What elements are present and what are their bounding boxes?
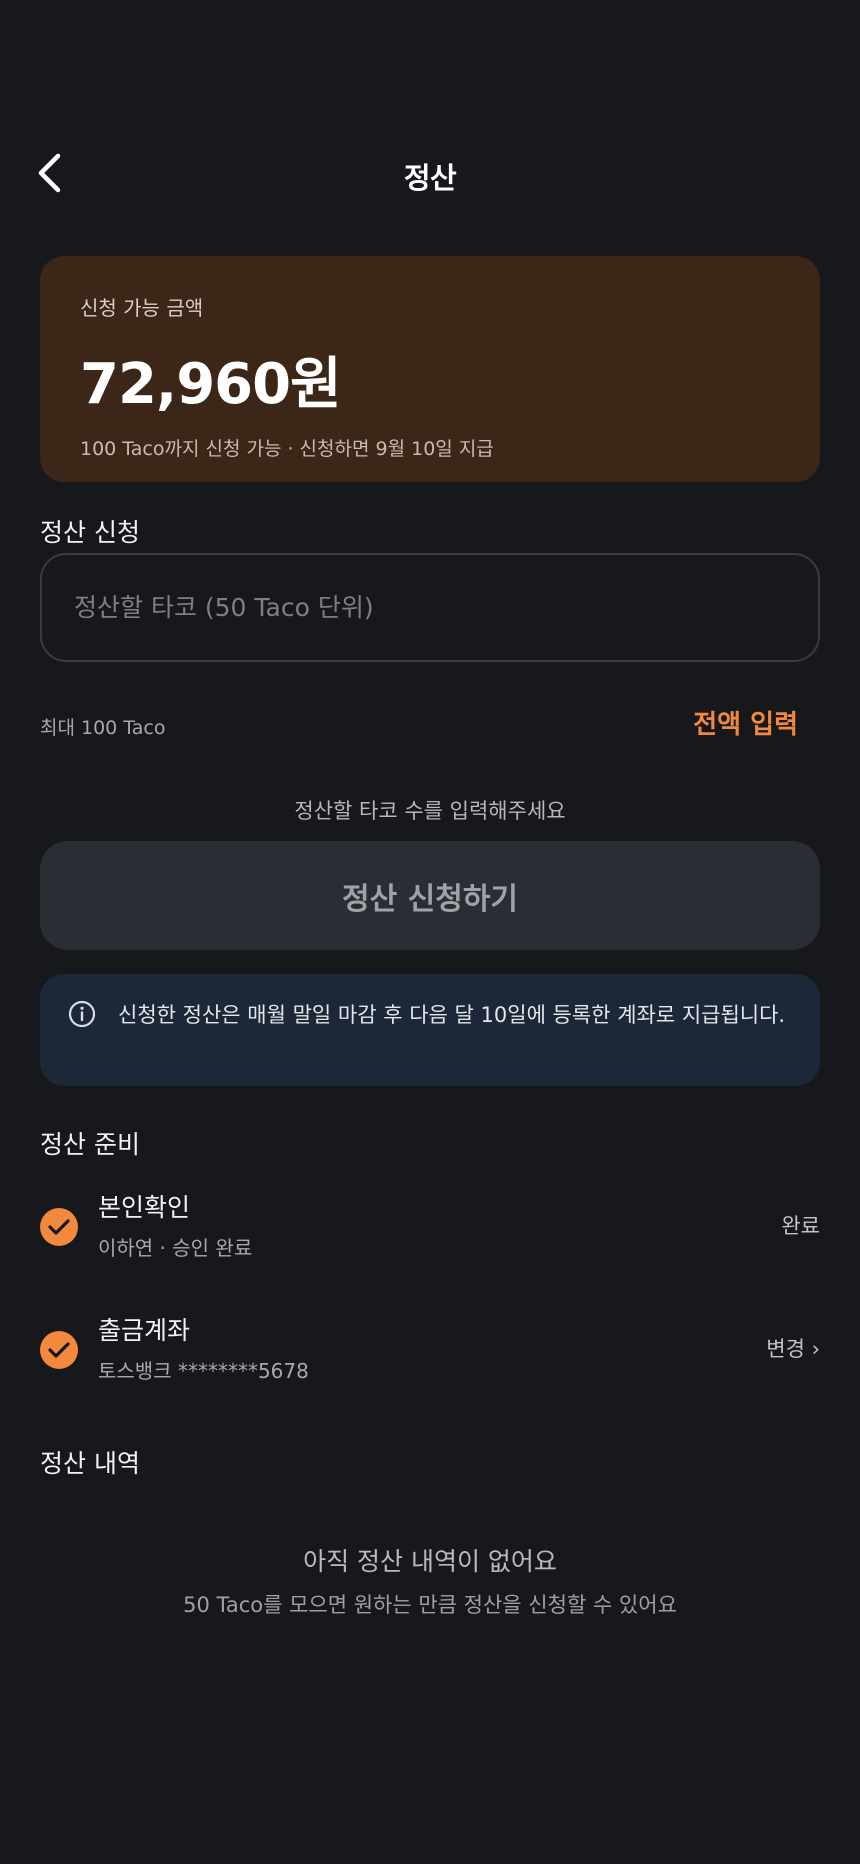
- input-hint: 정산할 타코 수를 입력해주세요: [294, 799, 566, 823]
- page-title: 정산: [403, 161, 457, 195]
- full-amount-button[interactable]: 전액 입력: [693, 704, 798, 741]
- balance-amount: 72,960원: [80, 352, 342, 417]
- prep-item-identity: 본인확인 이하연 · 승인 완료 완료: [40, 1188, 820, 1268]
- max-amount-note: 최대 100 Taco: [40, 717, 166, 739]
- balance-label: 신청 가능 금액: [80, 296, 204, 320]
- prep-item-account: 출금계좌 토스뱅크 ********5678 변경 ›: [40, 1311, 820, 1391]
- settlement-page: 정산 신청 가능 금액 72,960원 100 Taco까지 신청 가능 · 신…: [0, 0, 860, 1864]
- prep-item-subtitle: 토스뱅크 ********5678: [98, 1359, 309, 1383]
- info-icon: [68, 1000, 96, 1028]
- check-icon: [40, 1331, 78, 1369]
- submit-settlement-button[interactable]: 정산 신청하기: [40, 841, 820, 950]
- available-balance-card: 신청 가능 금액 72,960원 100 Taco까지 신청 가능 · 신청하면…: [40, 256, 820, 482]
- prep-section-title: 정산 준비: [40, 1130, 140, 1159]
- prep-item-title: 본인확인: [98, 1193, 191, 1222]
- taco-amount-input[interactable]: [40, 553, 820, 662]
- empty-history-subtitle: 50 Taco를 모으면 원하는 만큼 정산을 신청할 수 있어요: [183, 1593, 677, 1617]
- request-section-title: 정산 신청: [40, 518, 140, 547]
- identity-status: 완료: [781, 1214, 820, 1238]
- history-section-title: 정산 내역: [40, 1449, 140, 1478]
- empty-history-title: 아직 정산 내역이 없어요: [303, 1547, 557, 1576]
- info-banner: 신청한 정산은 매월 말일 마감 후 다음 달 10일에 등록한 계좌로 지급됩…: [40, 974, 820, 1086]
- change-account-button[interactable]: 변경 ›: [766, 1333, 820, 1363]
- check-icon: [40, 1208, 78, 1246]
- prep-item-title: 출금계좌: [98, 1316, 191, 1345]
- balance-note: 100 Taco까지 신청 가능 · 신청하면 9월 10일 지급: [80, 438, 494, 460]
- prep-item-subtitle: 이하연 · 승인 완료: [98, 1236, 253, 1260]
- info-text: 신청한 정산은 매월 말일 마감 후 다음 달 10일에 등록한 계좌로 지급됩…: [118, 1003, 786, 1027]
